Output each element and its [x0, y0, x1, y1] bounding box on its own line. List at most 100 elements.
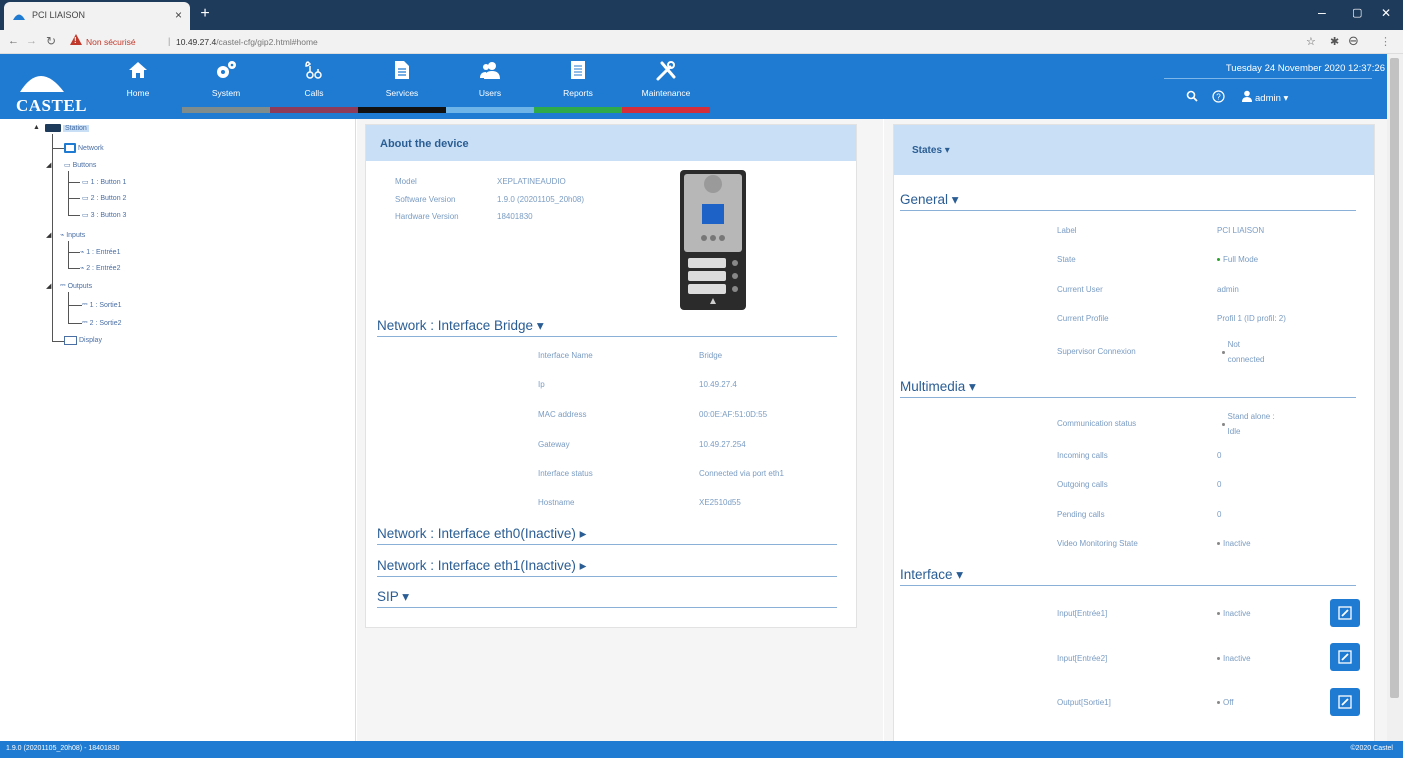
edit-input-entree2-button[interactable] — [1330, 643, 1360, 671]
tree-outputs-expander[interactable]: ◢ — [46, 282, 51, 290]
net-row-value-5: XE2510d55 — [699, 498, 741, 507]
tree-buttons[interactable]: ▭ Buttons — [64, 161, 96, 170]
about-header: About the device — [366, 125, 856, 161]
header-datetime: Tuesday 24 November 2020 12:37:26 — [1225, 63, 1385, 74]
general-value-4-wrap: Not connected — [1222, 337, 1272, 367]
svg-text:?: ? — [1216, 93, 1221, 102]
browser-tab[interactable]: PCI LIAISON × — [4, 2, 190, 30]
bookmark-star-icon[interactable]: ☆ — [1306, 35, 1316, 48]
profile-icon[interactable]: ⊖ — [1348, 33, 1359, 49]
input-icon: ⌁ — [80, 265, 85, 272]
multimedia-label-2: Outgoing calls — [1057, 480, 1108, 489]
interface-value-0-wrap: Inactive — [1217, 609, 1251, 618]
warning-icon[interactable] — [70, 34, 82, 45]
multimedia-value-0: Stand alone : Idle — [1227, 412, 1275, 436]
network-eth1-section[interactable]: Network : Interface eth1(Inactive) ▸ — [377, 558, 586, 574]
user-icon[interactable] — [1241, 90, 1253, 105]
about-title: About the device — [380, 138, 469, 150]
footer-version: 1.9.0 (20201105_20h08) - 18401830 — [6, 745, 120, 752]
multimedia-label-4: Video Monitoring State — [1057, 539, 1138, 548]
new-tab-button[interactable]: + — [196, 5, 214, 23]
display-icon — [64, 336, 77, 345]
tree-network[interactable]: Network — [64, 143, 104, 153]
menu-reports[interactable]: Reports — [534, 54, 622, 113]
general-value-4: Not connected — [1227, 340, 1265, 364]
multimedia-label-0: Communication status — [1057, 419, 1137, 428]
interface-value-0: Inactive — [1223, 609, 1251, 618]
button-icon: ▭ — [82, 179, 89, 186]
tree-collapse-icon[interactable]: ▲ — [33, 124, 40, 131]
browser-menu-icon[interactable]: ⋮ — [1380, 35, 1391, 48]
window-maximize-icon[interactable]: ▢ — [1352, 6, 1362, 19]
edit-icon — [1338, 650, 1352, 664]
net-row-label-4: Interface status — [538, 469, 593, 478]
tree-button-3[interactable]: ▭ 3 : Button 3 — [82, 211, 126, 220]
search-icon[interactable] — [1186, 90, 1198, 105]
tree-station[interactable]: Station — [45, 124, 89, 132]
insecure-label[interactable]: Non sécurisé — [86, 37, 136, 47]
phone-icon — [305, 61, 322, 79]
menu-maintenance[interactable]: Maintenance — [622, 54, 710, 113]
multimedia-section[interactable]: Multimedia ▾ — [900, 379, 976, 395]
menu-users[interactable]: Users — [446, 54, 534, 113]
castel-logo[interactable]: CASTEL — [6, 58, 87, 115]
menu-calls[interactable]: Calls — [270, 54, 358, 113]
tree-inputs-label: Inputs — [66, 231, 86, 239]
user-menu[interactable]: admin ▾ — [1255, 93, 1288, 104]
castel-logo-icon — [20, 64, 64, 92]
interface-label-2: Output[Sortie1] — [1057, 698, 1111, 707]
interface-value-2: Off — [1223, 698, 1234, 707]
station-icon — [45, 124, 61, 132]
states-dropdown[interactable]: States ▾ — [912, 145, 950, 156]
interface-section[interactable]: Interface ▾ — [900, 567, 963, 583]
menu-services[interactable]: Services — [358, 54, 446, 113]
menu-system[interactable]: System — [182, 54, 270, 113]
menu-home[interactable]: Home — [94, 54, 182, 112]
tree-button-1-label: 1 : Button 1 — [90, 178, 127, 186]
status-dot-icon — [1217, 701, 1220, 705]
net-row-label-3: Gateway — [538, 440, 570, 449]
tree-inputs-expander[interactable]: ◢ — [46, 231, 51, 239]
tree-input-2[interactable]: ⌁ 2 : Entrée2 — [80, 264, 120, 273]
window-minimize-icon[interactable]: – — [1318, 4, 1326, 20]
tree-output-1[interactable]: ⎓ 1 : Sortie1 — [82, 301, 122, 309]
extensions-icon[interactable]: ✱ — [1330, 35, 1339, 48]
page-scrollbar[interactable] — [1387, 54, 1403, 741]
maintenance-color-bar — [622, 107, 710, 113]
tree-outputs[interactable]: ⎓ Outputs — [60, 282, 92, 290]
states-header: States ▾ — [894, 125, 1374, 175]
tree-button-2[interactable]: ▭ 2 : Button 2 — [82, 194, 126, 203]
status-dot-icon — [1217, 258, 1220, 262]
tree-button-1[interactable]: ▭ 1 : Button 1 — [82, 178, 127, 187]
scrollbar-thumb[interactable] — [1390, 58, 1399, 698]
window-close-icon[interactable]: ✕ — [1381, 6, 1391, 20]
tree-output-2[interactable]: ⎓ 2 : Sortie2 — [82, 319, 122, 327]
system-color-bar — [182, 107, 270, 113]
reload-icon[interactable]: ↻ — [46, 34, 56, 48]
edit-input-entree1-button[interactable] — [1330, 599, 1360, 627]
tab-title: PCI LIAISON — [32, 10, 86, 20]
forward-arrow-icon[interactable]: → — [26, 35, 37, 47]
sip-section[interactable]: SIP ▾ — [377, 589, 409, 605]
status-dot-icon — [1222, 350, 1225, 354]
edit-output-sortie1-button[interactable] — [1330, 688, 1360, 716]
users-color-bar — [446, 107, 534, 113]
interface-value-1-wrap: Inactive — [1217, 654, 1251, 663]
general-label-0: Label — [1057, 226, 1077, 235]
tree-input-1[interactable]: ⌁ 1 : Entrée1 — [80, 248, 120, 257]
tree-buttons-expander[interactable]: ◢ — [46, 161, 51, 169]
network-bridge-section[interactable]: Network : Interface Bridge ▾ — [377, 318, 544, 334]
status-dot-icon — [1217, 657, 1220, 661]
network-eth0-section[interactable]: Network : Interface eth0(Inactive) ▸ — [377, 526, 586, 542]
input-icon: ⌁ — [60, 232, 65, 239]
help-icon[interactable]: ? — [1212, 90, 1225, 106]
url-field[interactable]: 10.49.27.4/castel-cfg/gip2.html#home — [176, 37, 318, 47]
general-section[interactable]: General ▾ — [900, 192, 959, 208]
menu-home-label: Home — [126, 88, 150, 98]
back-arrow-icon[interactable]: ← — [8, 35, 19, 47]
tree-display[interactable]: Display — [64, 336, 102, 345]
tree-inputs[interactable]: ⌁ Inputs — [60, 231, 86, 240]
document-icon — [395, 61, 409, 79]
footer-bar: 1.9.0 (20201105_20h08) - 18401830 ©2020 … — [0, 741, 1403, 758]
tab-close-icon[interactable]: × — [175, 8, 182, 22]
